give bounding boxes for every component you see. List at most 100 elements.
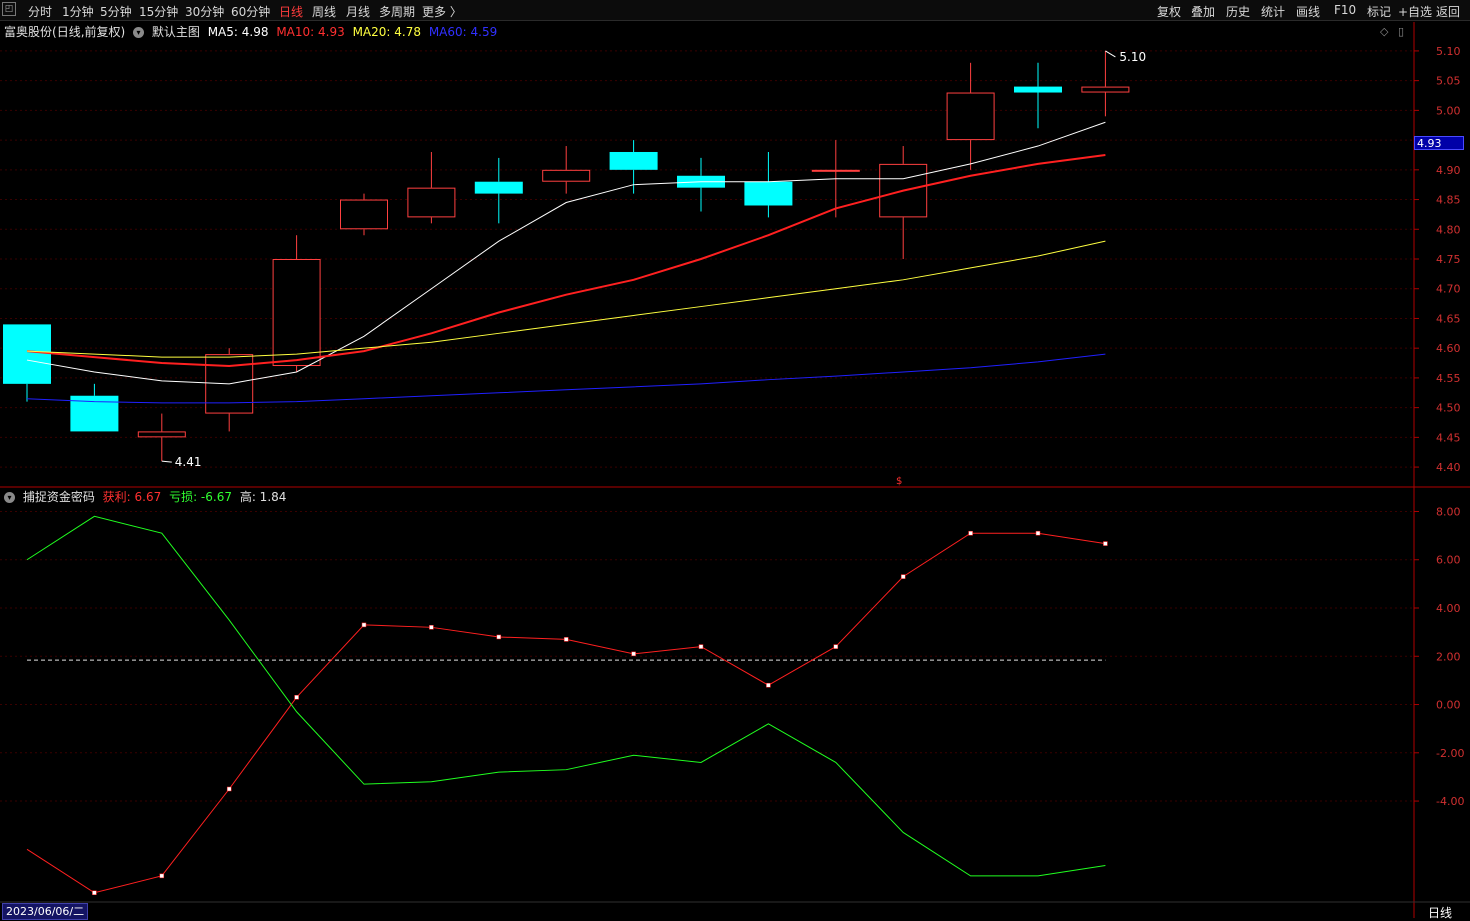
price-tick-label: 5.00 [1436, 104, 1461, 117]
toolbar-button[interactable]: 返回 [1436, 3, 1460, 20]
price-tick-label: 4.75 [1436, 253, 1461, 266]
square-icon[interactable]: ▯ [1398, 25, 1404, 38]
price-tick-label: 4.40 [1436, 461, 1461, 474]
period-label[interactable]: 日线 [1428, 904, 1452, 921]
candle-body [609, 151, 658, 170]
toolbar-button[interactable]: 历史 [1226, 3, 1250, 20]
period-tab[interactable]: 30分钟 [185, 3, 224, 20]
candle [1014, 62, 1062, 129]
candle-body [137, 431, 186, 438]
ma10-label: MA10: 4.93 [276, 25, 345, 39]
profit-line [26, 532, 1106, 894]
profit-point [766, 682, 771, 688]
candle-body [474, 181, 523, 194]
period-tab[interactable]: 更多 〉 [422, 3, 462, 20]
ma60-label: MA60: 4.59 [428, 25, 498, 39]
ma5-label: MA5: 4.98 [207, 25, 269, 39]
stock-name: 富奥股份 [4, 25, 53, 39]
candle [946, 62, 995, 170]
candle [70, 383, 119, 432]
diamond-icon[interactable]: ◇ [1380, 25, 1388, 38]
price-tick-label: 5.10 [1436, 45, 1461, 58]
candle-body [407, 187, 456, 218]
candle [879, 146, 928, 259]
price-tick-label: 4.70 [1436, 283, 1461, 296]
toolbar-button[interactable]: 画线 [1296, 3, 1320, 20]
price-tick-label: 4.65 [1436, 312, 1461, 325]
toolbar-button[interactable]: 叠加 [1191, 3, 1215, 20]
indicator-tick-label: 2.00 [1436, 650, 1461, 663]
chart-axes: 5.105.055.004.954.904.854.804.754.704.65… [0, 22, 1470, 918]
profit-point [429, 625, 434, 630]
profit-point [496, 634, 502, 640]
period-tab[interactable]: 月线 [346, 3, 370, 20]
price-tick-label: 4.80 [1436, 223, 1461, 236]
price-tick-label: 4.60 [1436, 342, 1461, 355]
profit-label: 获利: 6.67 [102, 490, 162, 504]
profit-point [968, 530, 973, 536]
candle-body [542, 169, 591, 182]
high-marker-label: 5.10 [1119, 50, 1146, 64]
toolbar-button[interactable]: 统计 [1261, 3, 1285, 20]
candle-body [811, 169, 860, 172]
template-label[interactable]: 默认主图 [152, 25, 200, 39]
indicator-tick-label: -2.00 [1436, 747, 1464, 760]
toolbar-button[interactable]: 复权 [1157, 3, 1181, 20]
indicator-chart[interactable] [26, 515, 1108, 896]
candle [205, 348, 254, 432]
candle [609, 140, 658, 194]
price-tick-label: 4.85 [1436, 194, 1461, 207]
event-marker: $ [896, 476, 902, 487]
candle-body [272, 259, 321, 367]
main-chart-header: 富奥股份(日线,前复权) ▾ 默认主图 MA5: 4.98 MA10: 4.93… [4, 23, 501, 40]
price-chart[interactable]: 5.10 4.41 $ [3, 50, 1146, 487]
toolbar-button[interactable]: F10 [1334, 3, 1356, 17]
period-tab[interactable]: 多周期 [379, 3, 415, 20]
indicator-name[interactable]: 捕捉资金密码 [23, 490, 95, 504]
candle-body [340, 199, 388, 230]
candle [474, 157, 523, 224]
period-tab[interactable]: 1分钟 [62, 3, 94, 20]
candle [677, 157, 725, 212]
toolbar-button[interactable]: 标记 [1367, 3, 1391, 20]
indicator-tick-label: 4.00 [1436, 602, 1461, 615]
indicator-tick-label: 6.00 [1436, 554, 1461, 567]
profit-point [900, 574, 906, 579]
profit-point [1103, 541, 1108, 546]
period-tab[interactable]: 分时 [28, 3, 52, 20]
price-tick-label: 4.90 [1436, 164, 1461, 177]
ma-line [26, 353, 1106, 404]
period-tab[interactable]: 60分钟 [231, 3, 270, 20]
chart-mode: (日线,前复权) [52, 25, 126, 39]
profit-point [1035, 530, 1041, 536]
chart-canvas[interactable]: 5.105.055.004.954.904.854.804.754.704.65… [0, 0, 1470, 921]
period-tab[interactable]: 5分钟 [100, 3, 132, 20]
cursor-date: 2023/06/06/二 [2, 903, 89, 920]
indicator-tick-label: -4.00 [1436, 795, 1464, 808]
price-tick-label: 4.45 [1436, 431, 1461, 444]
period-tab[interactable]: 周线 [312, 3, 336, 20]
dropdown-circle-icon[interactable]: ▾ [4, 492, 15, 503]
period-toolbar: ◰ 分时 1分钟 5分钟 15分钟 30分钟 60分钟 日线 周线 月线 多周期 更多 〉 复权 叠加… [0, 0, 1470, 21]
candle-body [946, 92, 995, 141]
candle-body [744, 181, 793, 206]
chart-corner-icons: ◇ ▯ [1380, 25, 1404, 38]
high-label: 高: 1.84 [239, 490, 287, 504]
candle-body [1081, 86, 1130, 93]
period-tab[interactable]: 日线 [279, 3, 303, 20]
candle-body [1014, 86, 1062, 93]
profit-point [563, 637, 569, 642]
dropdown-circle-icon[interactable]: ▾ [133, 27, 145, 38]
price-tick-label: 5.05 [1436, 75, 1461, 88]
profit-point [833, 644, 839, 649]
period-tab[interactable]: 15分钟 [139, 3, 178, 20]
indicator-header: ▾ 捕捉资金密码 获利: 6.67 亏损: -6.67 高: 1.84 [4, 488, 290, 505]
toolbar-button[interactable]: +自选 [1398, 3, 1432, 20]
low-marker-line [161, 460, 172, 463]
current-price-tag: 4.93 [1414, 136, 1464, 150]
profit-point [631, 651, 636, 657]
low-marker-label: 4.41 [175, 455, 202, 469]
window-icon[interactable]: ◰ [2, 2, 16, 16]
candle [542, 146, 591, 194]
candle [407, 151, 456, 224]
